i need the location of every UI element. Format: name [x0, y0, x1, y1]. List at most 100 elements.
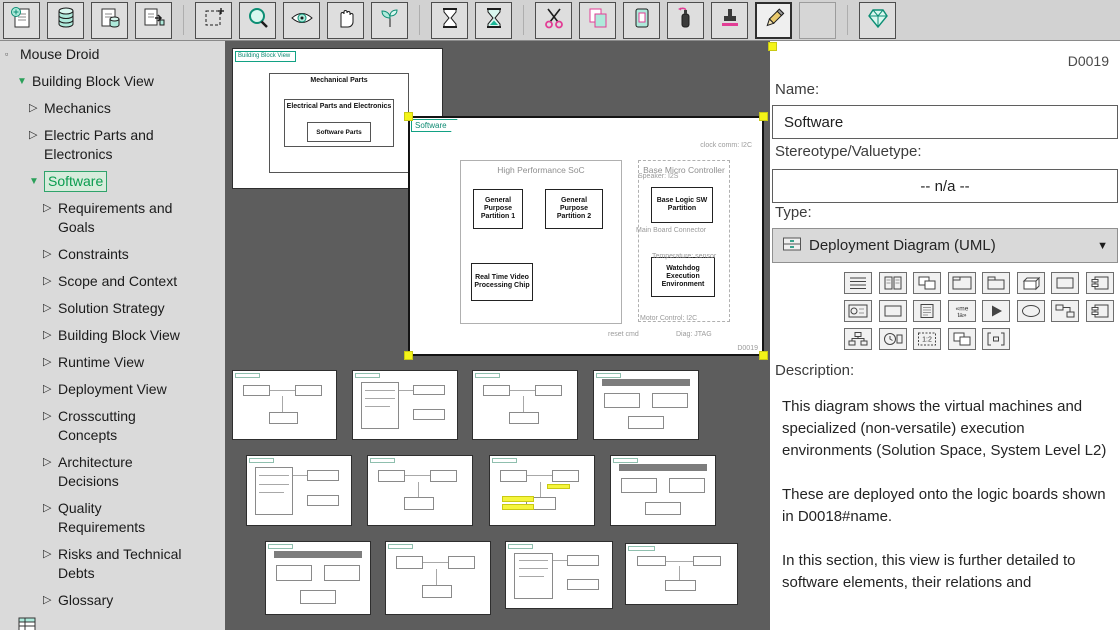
stamp-tool-button[interactable]	[711, 2, 748, 39]
sidebar-item-risks-and-technical-debts[interactable]: ▷Risks and Technical Debts	[0, 541, 225, 587]
diagram-type-node3d-icon[interactable]	[1017, 272, 1045, 294]
diagram-thumbnail[interactable]	[367, 455, 473, 526]
expand-arrow-icon[interactable]: ▷	[43, 499, 58, 518]
type-dropdown[interactable]: Deployment Diagram (UML) ▼	[772, 228, 1118, 263]
resize-handle[interactable]	[404, 112, 413, 121]
diagram-thumbnail[interactable]	[265, 541, 371, 615]
watchdog-partition[interactable]: Watchdog Execution Environment	[651, 257, 715, 297]
sidebar-item-electric-parts-and-electronics[interactable]: ▷Electric Parts and Electronics	[0, 122, 225, 168]
sidebar-item-label[interactable]: Architecture Decisions	[58, 453, 188, 491]
name-input[interactable]: Software	[772, 105, 1118, 139]
diagram-thumbnail[interactable]	[352, 370, 458, 440]
sidebar-item-label[interactable]: Mouse Droid	[20, 45, 99, 64]
sidebar-item-building-block-view[interactable]: ▼Building Block View	[0, 68, 225, 95]
extinguisher-tool-button[interactable]	[667, 2, 704, 39]
gem-tool-button[interactable]	[859, 2, 896, 39]
history-tool-button[interactable]	[431, 2, 468, 39]
sidebar-item-mechanics[interactable]: ▷Mechanics	[0, 95, 225, 122]
sidebar-item-building-block-view[interactable]: ▷Building Block View	[0, 322, 225, 349]
rt-video-partition[interactable]: Real Time Video Processing Chip	[471, 263, 533, 301]
sidebar-item-label[interactable]: Building Block View	[32, 72, 154, 91]
paste-button[interactable]	[623, 2, 660, 39]
stereotype-input[interactable]: -- n/a --	[772, 169, 1118, 203]
diagram-thumbnail[interactable]	[625, 543, 738, 605]
cut-button[interactable]	[535, 2, 572, 39]
sidebar-item-architecture-decisions[interactable]: ▷Architecture Decisions	[0, 449, 225, 495]
sidebar-item-label[interactable]: Building Block View	[58, 326, 180, 345]
sidebar-item-runtime-view[interactable]: ▷Runtime View	[0, 349, 225, 376]
diagram-type-play-icon[interactable]	[982, 300, 1010, 322]
diagram-thumbnail[interactable]	[505, 541, 613, 609]
diagram-type-meta-icon[interactable]: «meta»	[948, 300, 976, 322]
sidebar-item-label[interactable]: Crosscutting Concepts	[58, 407, 188, 445]
resize-handle[interactable]	[759, 351, 768, 360]
selection-handle[interactable]	[768, 42, 777, 51]
diagram-type-brak-icon[interactable]	[982, 328, 1010, 350]
sidebar-item-label[interactable]: Electric Parts and Electronics	[44, 126, 180, 164]
sidebar-item-label[interactable]: Risks and Technical Debts	[58, 545, 188, 583]
diagram-type-grid12-icon[interactable]: 1:2	[913, 328, 941, 350]
sidebar-item-label[interactable]: Mechanics	[44, 99, 111, 118]
sidebar-item-label[interactable]: Software	[44, 171, 107, 192]
expand-arrow-icon[interactable]: ▷	[43, 380, 58, 399]
table-icon[interactable]	[18, 617, 36, 630]
zoom-tool-button[interactable]	[239, 2, 276, 39]
export-page-button[interactable]	[135, 2, 172, 39]
pages-stack-button[interactable]	[47, 2, 84, 39]
diagram-thumbnail[interactable]	[385, 541, 491, 615]
collapse-arrow-icon[interactable]: ▼	[29, 172, 44, 191]
diagram-type-doc-icon[interactable]	[913, 300, 941, 322]
diagram-type-pkg-icon[interactable]	[982, 272, 1010, 294]
sidebar-item-label[interactable]: Glossary	[58, 591, 113, 610]
sidebar-item-requirements-and-goals[interactable]: ▷Requirements and Goals	[0, 195, 225, 241]
description-text[interactable]: This diagram shows the virtual machines …	[782, 396, 1110, 616]
gp-partition-1[interactable]: General Purpose Partition 1	[473, 189, 523, 229]
diagram-type-tree-icon[interactable]	[844, 328, 872, 350]
expand-arrow-icon[interactable]: ▷	[43, 591, 58, 610]
soc-node[interactable]: High Performance SoC General Purpose Par…	[460, 160, 622, 324]
diagram-thumbnail[interactable]	[246, 455, 352, 526]
sidebar-item-deployment-view[interactable]: ▷Deployment View	[0, 376, 225, 403]
diagram-thumbnail[interactable]	[610, 455, 716, 526]
gp-partition-2[interactable]: General Purpose Partition 2	[545, 189, 603, 229]
view-tool-button[interactable]	[283, 2, 320, 39]
resize-handle[interactable]	[759, 112, 768, 121]
diagram-thumbnail[interactable]	[472, 370, 578, 440]
diagram-thumbnail[interactable]	[489, 455, 595, 526]
resize-handle[interactable]	[404, 351, 413, 360]
selected-diagram[interactable]: Software High Performance SoC General Pu…	[408, 116, 764, 356]
diagram-type-ell-icon[interactable]	[1017, 300, 1045, 322]
diagram-type-clockb-icon[interactable]	[879, 328, 907, 350]
expand-arrow-icon[interactable]: ▷	[43, 299, 58, 318]
diagram-type-winpair-icon[interactable]	[913, 272, 941, 294]
diagram-type-comp-icon[interactable]	[1086, 272, 1114, 294]
sidebar-item-software[interactable]: ▼Software	[0, 168, 225, 195]
base-logic-partition[interactable]: Base Logic SW Partition	[651, 187, 713, 223]
diagram-type-box-icon[interactable]	[1051, 272, 1079, 294]
sidebar-item-label[interactable]: Deployment View	[58, 380, 167, 399]
diagram-thumbnail[interactable]	[593, 370, 699, 440]
pan-tool-button[interactable]	[327, 2, 364, 39]
diagram-type-circ-icon[interactable]	[844, 300, 872, 322]
select-tool-button[interactable]	[195, 2, 232, 39]
expand-arrow-icon[interactable]: ▷	[43, 245, 58, 264]
canvas[interactable]: Building Block View Mechanical Parts Ele…	[225, 41, 770, 630]
expand-arrow-icon[interactable]: ▷	[43, 326, 58, 345]
diagram-type-lines-icon[interactable]	[844, 272, 872, 294]
sidebar-item-mouse-droid[interactable]: ▫Mouse Droid	[0, 41, 225, 68]
sidebar-item-label[interactable]: Requirements and Goals	[58, 199, 188, 237]
sidebar-item-crosscutting-concepts[interactable]: ▷Crosscutting Concepts	[0, 403, 225, 449]
expand-arrow-icon[interactable]: ▷	[29, 99, 44, 118]
sidebar-item-quality-requirements[interactable]: ▷Quality Requirements	[0, 495, 225, 541]
timer-tool-button[interactable]	[475, 2, 512, 39]
sidebar-item-label[interactable]: Quality Requirements	[58, 499, 188, 537]
diagram-type-cols-icon[interactable]	[879, 272, 907, 294]
expand-arrow-icon[interactable]: ▷	[43, 453, 58, 472]
diagram-type-winpair-icon[interactable]	[948, 328, 976, 350]
grow-tool-button[interactable]	[371, 2, 408, 39]
sidebar-item-constraints[interactable]: ▷Constraints	[0, 241, 225, 268]
copy-button[interactable]	[579, 2, 616, 39]
sidebar-item-label[interactable]: Scope and Context	[58, 272, 177, 291]
diagram-type-comp-icon[interactable]	[1086, 300, 1114, 322]
sidebar-item-solution-strategy[interactable]: ▷Solution Strategy	[0, 295, 225, 322]
